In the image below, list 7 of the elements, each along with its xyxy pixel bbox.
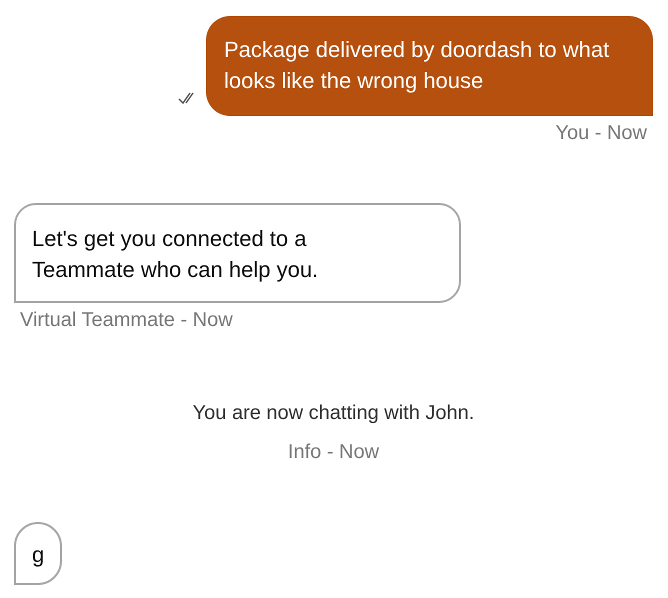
info-message: You are now chatting with John. (192, 402, 474, 425)
message-bubble: Package delivered by doordash to what looks like the wrong house (206, 16, 653, 116)
message-meta: You - Now (554, 122, 647, 145)
message-bubble: Let's get you connected to a Teammate who can help you. (14, 203, 461, 303)
message-bubble: g (14, 522, 62, 585)
message-meta: Info - Now (288, 441, 380, 464)
message-meta: Virtual Teammate - Now (20, 309, 234, 332)
